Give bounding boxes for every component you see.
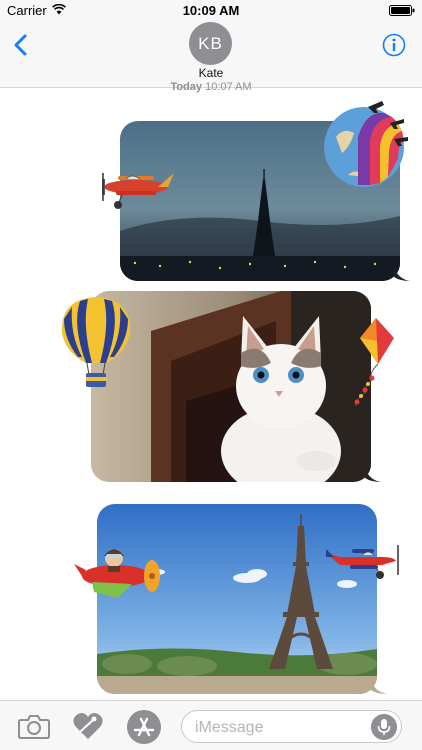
conversation-header: KB Kate [0,22,422,88]
digital-touch-button[interactable] [72,711,104,741]
back-button[interactable] [8,30,34,60]
airplane-sticker[interactable] [322,535,406,581]
rainbow-globe-sticker[interactable] [318,97,410,189]
kite-sticker[interactable] [340,316,396,408]
hot-air-balloon-sticker[interactable] [58,295,134,393]
dictation-button[interactable] [371,714,397,740]
avatar[interactable]: KB [189,22,232,65]
camera-icon [18,715,50,739]
message-input-bar: iMessage [0,700,422,750]
contact-name[interactable]: Kate [0,66,422,80]
message-input-placeholder: iMessage [195,719,264,736]
app-store-button[interactable] [126,709,162,745]
message-input[interactable]: iMessage [181,710,402,743]
airplane-sticker[interactable] [88,167,178,213]
heart-icon [73,713,103,739]
timestamp-day: Today [170,81,203,93]
battery-icon [389,5,415,16]
camera-button[interactable] [18,713,50,739]
bubble-tail [371,680,387,694]
info-button[interactable] [382,33,406,57]
pilot-airplane-sticker[interactable] [72,540,164,604]
message-timestamp: Today 10:07 AM [0,81,422,93]
status-bar: Carrier 10:09 AM [0,0,422,22]
bubble-tail [394,267,410,281]
timestamp-time: 10:07 AM [205,81,252,93]
chevron-left-icon [14,34,27,56]
status-time: 10:09 AM [182,3,240,18]
bubble-tail [365,468,381,482]
